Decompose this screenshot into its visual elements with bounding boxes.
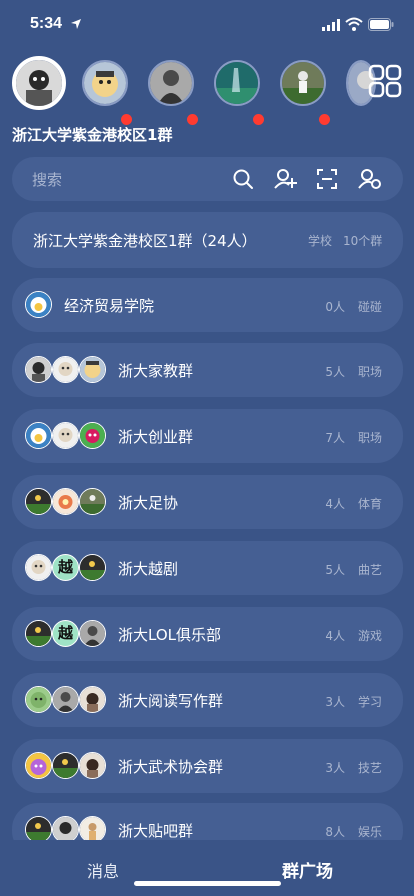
search-icon[interactable] bbox=[232, 168, 254, 190]
group-avatar bbox=[79, 554, 106, 581]
member-count: 0人 bbox=[325, 300, 345, 314]
group-category: 曲艺 bbox=[357, 563, 382, 577]
group-title: 经济贸易学院 bbox=[64, 297, 155, 315]
group-category: 娱乐 bbox=[357, 825, 382, 839]
battery-icon bbox=[368, 18, 394, 31]
unread-badge bbox=[319, 114, 330, 125]
cellular-signal-icon bbox=[322, 19, 340, 31]
unread-badge bbox=[187, 114, 198, 125]
group-title: 浙大武术协会群 bbox=[118, 758, 224, 776]
member-count: 5人 bbox=[325, 563, 345, 577]
member-count: 5人 bbox=[325, 365, 345, 379]
group-avatar bbox=[25, 488, 52, 515]
group-category: 学习 bbox=[357, 695, 382, 709]
group-row[interactable]: 浙大阅读写作群 3人 学习 bbox=[12, 673, 403, 727]
add-friend-icon[interactable] bbox=[274, 168, 298, 190]
group-avatar bbox=[25, 554, 52, 581]
group-title: 浙大足协 bbox=[118, 494, 179, 512]
group-count: 10个群 bbox=[343, 234, 383, 248]
group-row[interactable]: 越 浙大LOL俱乐部 4人 游戏 bbox=[12, 607, 403, 661]
user-settings-icon[interactable] bbox=[358, 168, 382, 190]
group-avatar bbox=[52, 816, 79, 843]
group-title: 浙大贴吧群 bbox=[118, 822, 194, 840]
group-avatar bbox=[79, 620, 106, 647]
group-category: 职场 bbox=[357, 365, 382, 379]
group-row[interactable]: 浙大家教群 5人 职场 bbox=[12, 343, 403, 397]
group-category: 技艺 bbox=[357, 761, 382, 775]
group-avatar bbox=[79, 816, 106, 843]
group-category: 职场 bbox=[357, 431, 382, 445]
home-indicator[interactable] bbox=[134, 881, 281, 886]
group-avatar bbox=[79, 686, 106, 713]
group-category: 体育 bbox=[357, 497, 382, 511]
group-avatar bbox=[52, 356, 79, 383]
group-avatar bbox=[79, 356, 106, 383]
tab-messages[interactable]: 消息 bbox=[87, 858, 119, 882]
story-avatar[interactable] bbox=[280, 60, 326, 106]
school-tag: 学校 bbox=[308, 234, 333, 248]
member-count: 8人 bbox=[325, 825, 345, 839]
yue-glyph-avatar: 越 bbox=[52, 554, 79, 581]
group-avatar bbox=[25, 686, 52, 713]
group-avatar bbox=[25, 291, 52, 318]
group-avatar bbox=[79, 752, 106, 779]
group-avatar bbox=[25, 752, 52, 779]
group-avatar bbox=[25, 422, 52, 449]
group-title: 浙大创业群 bbox=[118, 428, 194, 446]
member-count: 7人 bbox=[325, 431, 345, 445]
my-avatar[interactable] bbox=[12, 56, 66, 110]
story-avatar[interactable] bbox=[148, 60, 194, 106]
status-time: 5:34 bbox=[30, 15, 63, 32]
group-row[interactable]: 经济贸易学院 0人 碰碰 bbox=[12, 278, 403, 332]
group-avatar bbox=[52, 422, 79, 449]
group-title: 浙大阅读写作群 bbox=[118, 692, 224, 710]
group-category: 碰碰 bbox=[357, 300, 382, 314]
member-count: 3人 bbox=[325, 695, 345, 709]
search-bar[interactable]: 搜索 bbox=[12, 157, 403, 201]
story-avatar[interactable] bbox=[214, 60, 260, 106]
group-title: 浙大家教群 bbox=[118, 362, 194, 380]
wifi-icon bbox=[345, 17, 363, 31]
current-group-name[interactable]: 浙江大学紫金港校区1群 bbox=[12, 124, 172, 145]
group-category: 游戏 bbox=[357, 629, 382, 643]
group-title: 浙大越剧 bbox=[118, 560, 179, 578]
story-avatar[interactable] bbox=[82, 60, 128, 106]
member-count: 3人 bbox=[325, 761, 345, 775]
school-group-card[interactable]: 浙江大学紫金港校区1群（24人） 学校 10个群 bbox=[12, 212, 403, 268]
group-row[interactable]: 浙大足协 4人 体育 bbox=[12, 475, 403, 529]
group-avatar bbox=[52, 752, 79, 779]
group-avatar bbox=[25, 816, 52, 843]
group-avatar bbox=[79, 422, 106, 449]
scan-icon[interactable] bbox=[316, 168, 338, 190]
group-row[interactable]: 越 浙大越剧 5人 曲艺 bbox=[12, 541, 403, 595]
search-input[interactable]: 搜索 bbox=[32, 169, 62, 190]
yue-glyph-avatar: 越 bbox=[52, 620, 79, 647]
member-count: 4人 bbox=[325, 497, 345, 511]
yue-glyph: 越 bbox=[57, 558, 73, 576]
tab-group-square[interactable]: 群广场 bbox=[282, 857, 333, 882]
group-avatar bbox=[52, 686, 79, 713]
group-avatar bbox=[52, 488, 79, 515]
group-row[interactable]: 浙大武术协会群 3人 技艺 bbox=[12, 739, 403, 793]
group-title: 浙大LOL俱乐部 bbox=[118, 626, 221, 644]
school-group-title: 浙江大学紫金港校区1群（24人） bbox=[33, 232, 257, 250]
group-avatar bbox=[25, 620, 52, 647]
status-bar: 5:34 bbox=[0, 0, 414, 50]
unread-badge bbox=[253, 114, 264, 125]
yue-glyph: 越 bbox=[57, 624, 73, 642]
group-avatar bbox=[25, 356, 52, 383]
grid-menu-icon[interactable] bbox=[368, 64, 402, 98]
group-avatar bbox=[79, 488, 106, 515]
bottom-tab-bar: 消息 群广场 bbox=[0, 840, 414, 896]
group-row[interactable]: 浙大创业群 7人 职场 bbox=[12, 409, 403, 463]
location-arrow-icon bbox=[71, 19, 81, 29]
member-count: 4人 bbox=[325, 629, 345, 643]
story-avatar-strip[interactable] bbox=[0, 56, 414, 125]
